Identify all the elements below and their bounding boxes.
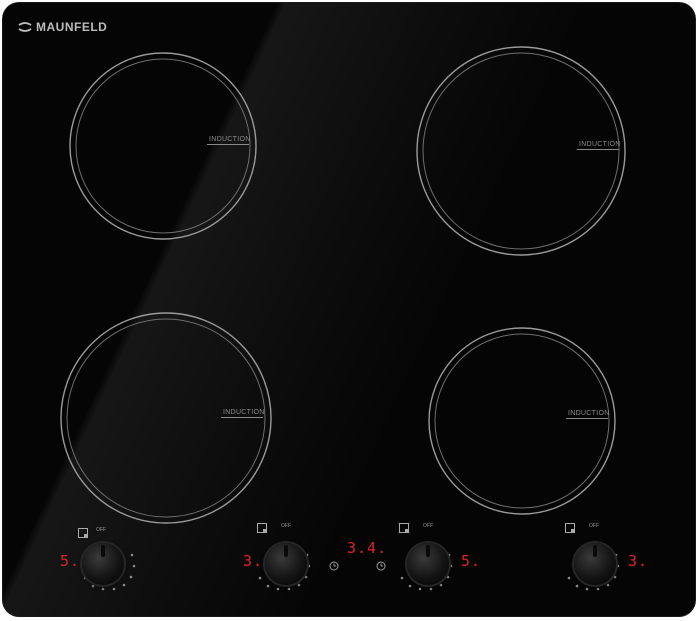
zone-label-bottom-left: INDUCTION — [221, 409, 265, 418]
zone-bottom-right — [428, 327, 616, 515]
induction-hob: MAUNFELD INDUCTION INDUCTION INDUCTION I… — [0, 0, 700, 621]
zone-select-icon[interactable] — [257, 523, 267, 533]
zone4-power-display: 3. — [628, 552, 649, 570]
zone-label-top-right: INDUCTION — [577, 141, 621, 150]
zone-bottom-left — [60, 312, 272, 524]
zone1-knob[interactable] — [82, 543, 124, 585]
zone-select-icon[interactable] — [399, 523, 409, 533]
zone-top-left — [69, 52, 257, 240]
brand-name: MAUNFELD — [36, 20, 108, 34]
timer-display: 3.4. — [347, 539, 388, 557]
timer-icons — [329, 561, 386, 571]
zone-label-top-left: INDUCTION — [207, 136, 251, 145]
zone1-power-display: 5. — [60, 552, 81, 570]
brand-mark-icon — [18, 22, 32, 32]
zone3-knob[interactable] — [407, 543, 449, 585]
zone-select-icon[interactable] — [78, 528, 88, 538]
zone-select-icon[interactable] — [565, 523, 575, 533]
zone-top-right — [416, 46, 626, 256]
knob-off-label: OFF — [589, 523, 599, 529]
zone-label-bottom-right: INDUCTION — [566, 410, 610, 419]
knob-scale-dots — [83, 553, 620, 591]
knob-off-label: OFF — [96, 527, 106, 533]
zone2-knob[interactable] — [265, 543, 307, 585]
zone3-power-display: 5. — [461, 552, 482, 570]
zone4-knob[interactable] — [574, 543, 616, 585]
brand-logo: MAUNFELD — [18, 20, 107, 34]
knob-off-label: OFF — [281, 523, 291, 529]
zone2-power-display: 3. — [243, 552, 264, 570]
knob-off-label: OFF — [423, 523, 433, 529]
